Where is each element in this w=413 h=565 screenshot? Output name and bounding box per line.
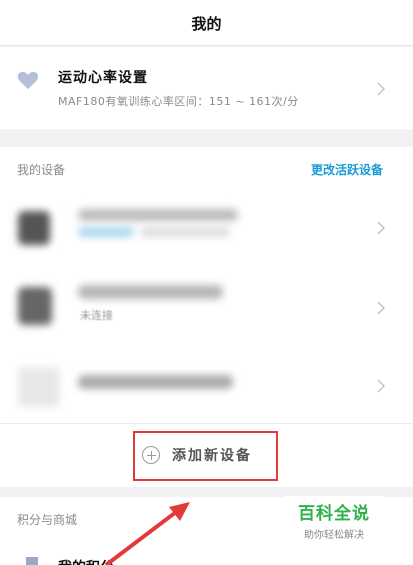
shop-section-title: 积分与商城 bbox=[17, 513, 78, 527]
heart-rate-range: MAF180有氧训练心率区间：151 ~ 161次/分 bbox=[58, 95, 299, 108]
device-row[interactable]: 未连接 bbox=[0, 275, 413, 335]
device-row[interactable] bbox=[0, 355, 413, 415]
devices-section-title: 我的设备 bbox=[17, 163, 66, 177]
top-bar: 我的 bbox=[0, 0, 413, 46]
add-device-button[interactable]: 添加新设备 bbox=[142, 445, 252, 465]
watermark-logo: 百科全说 助你轻松解决 bbox=[284, 496, 384, 542]
chevron-right-icon bbox=[377, 379, 385, 393]
chevron-right-icon bbox=[377, 221, 385, 235]
device-detail-obscured bbox=[140, 227, 230, 237]
red-arrow-annotation bbox=[104, 502, 190, 565]
heart-icon bbox=[17, 71, 39, 90]
heart-rate-title: 运动心率设置 bbox=[58, 70, 148, 86]
change-active-device-link[interactable]: 更改活跃设备 bbox=[311, 161, 383, 178]
add-device-highlight: 添加新设备 bbox=[133, 431, 278, 481]
device-name-obscured bbox=[78, 285, 223, 299]
device-status: 未连接 bbox=[80, 309, 113, 322]
device-avatar bbox=[18, 287, 52, 325]
device-name-obscured bbox=[78, 209, 238, 221]
device-status-obscured bbox=[78, 227, 134, 237]
heart-rate-settings-row[interactable]: 运动心率设置 MAF180有氧训练心率区间：151 ~ 161次/分 bbox=[0, 47, 413, 129]
device-row[interactable] bbox=[0, 197, 413, 257]
chevron-right-icon bbox=[377, 82, 385, 96]
divider bbox=[0, 423, 413, 424]
plus-circle-icon bbox=[142, 446, 160, 464]
add-device-label: 添加新设备 bbox=[172, 448, 252, 464]
devices-card: 我的设备 更改活跃设备 未连接 添加新设备 bbox=[0, 147, 413, 487]
points-icon bbox=[26, 557, 38, 565]
watermark-subtitle: 助你轻松解决 bbox=[304, 530, 364, 541]
device-avatar bbox=[18, 367, 60, 407]
chevron-right-icon bbox=[377, 301, 385, 315]
device-name-obscured bbox=[78, 375, 233, 389]
device-avatar bbox=[18, 211, 50, 245]
watermark-title: 百科全说 bbox=[298, 504, 370, 524]
page-title: 我的 bbox=[191, 15, 222, 33]
